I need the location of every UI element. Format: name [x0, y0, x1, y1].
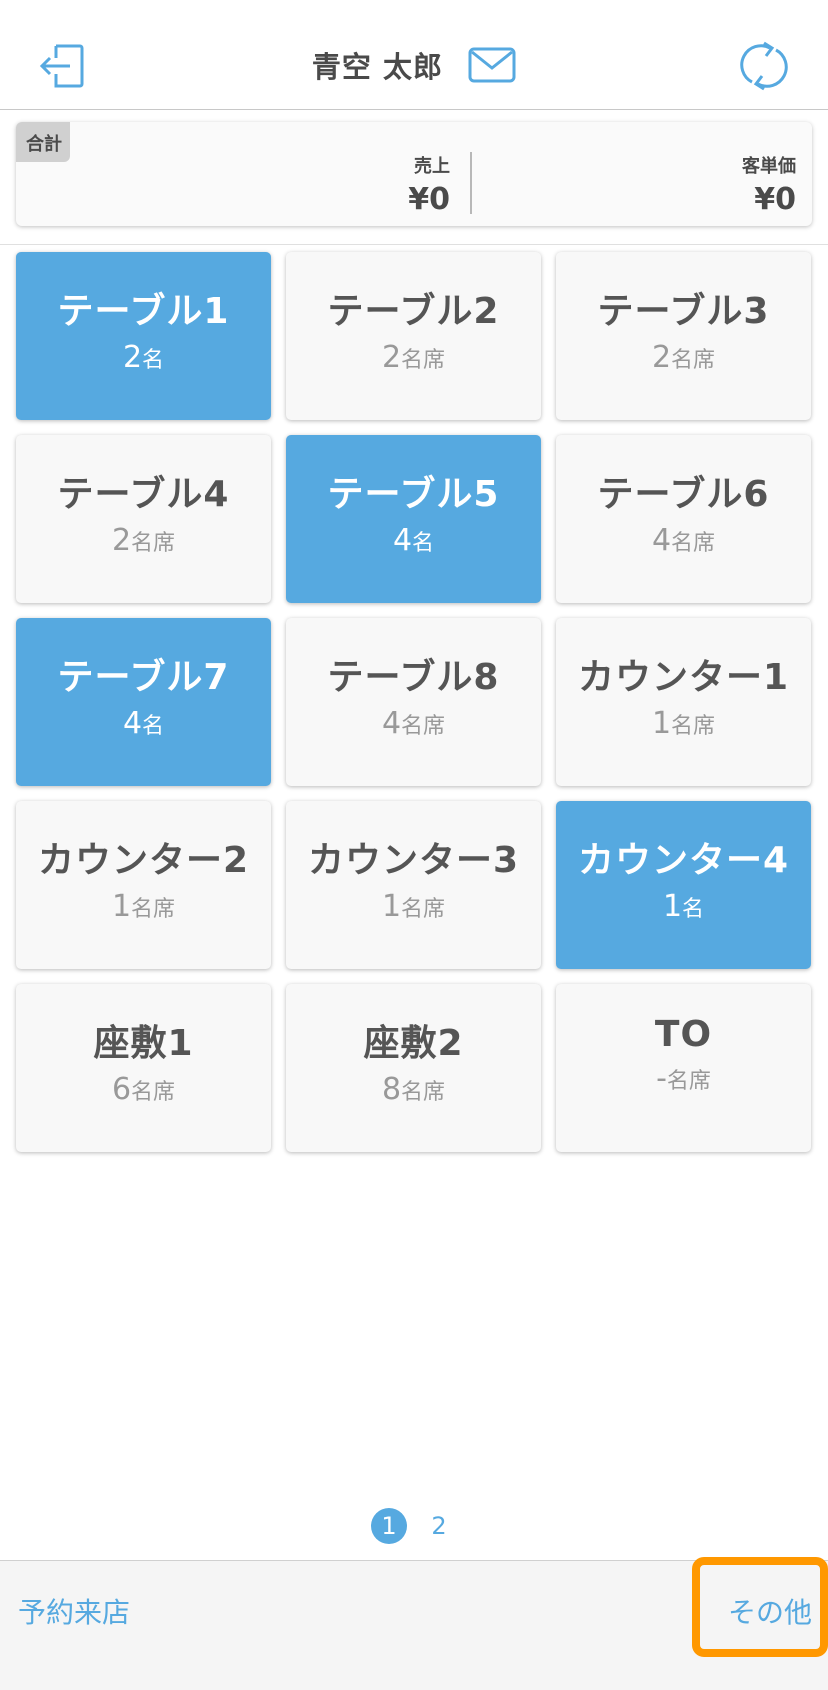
table-tile[interactable]: 座敷1 6名席: [16, 984, 271, 1152]
refresh-icon[interactable]: [736, 38, 792, 94]
pagination: 12: [0, 1508, 828, 1544]
table-seats: 2名席: [286, 340, 541, 375]
table-tile[interactable]: テーブル4 2名席: [16, 435, 271, 603]
seat-unit: 名席: [401, 1080, 446, 1105]
summary-card: 合計 売上 ¥0 客単価 ¥0: [16, 122, 812, 226]
seat-unit: 名席: [671, 531, 716, 556]
table-name: テーブル2: [327, 291, 500, 332]
table-name: テーブル7: [57, 657, 230, 698]
table-seats: 1名席: [286, 889, 541, 924]
table-name: テーブル1: [57, 291, 230, 332]
seat-count: 2: [651, 340, 672, 375]
page-2[interactable]: 2: [421, 1508, 457, 1544]
table-seats: 1名: [556, 889, 811, 924]
table-name: カウンター2: [37, 840, 250, 881]
summary-badge: 合計: [16, 122, 70, 162]
table-name: テーブル3: [597, 291, 770, 332]
table-seats: 1名席: [16, 889, 271, 924]
mail-icon[interactable]: [468, 47, 516, 83]
unit-price-label: 客単価: [742, 156, 796, 177]
seat-count: 2: [111, 523, 132, 558]
table-name: カウンター4: [577, 840, 790, 881]
table-tile[interactable]: テーブル3 2名席: [556, 252, 811, 420]
seat-count: 1: [662, 889, 683, 924]
table-seats: 4名席: [556, 523, 811, 558]
seat-count: -: [656, 1061, 667, 1096]
seat-unit: 名: [142, 348, 165, 373]
table-name: TO: [654, 1014, 713, 1055]
sales-column: 売上 ¥0: [408, 152, 450, 217]
seat-unit: 名席: [401, 714, 446, 739]
table-name: 座敷1: [93, 1023, 194, 1064]
seat-count: 1: [111, 889, 132, 924]
table-tile[interactable]: テーブル5 4名: [286, 435, 541, 603]
table-seats: -名席: [556, 1061, 811, 1096]
summary-divider: [470, 152, 472, 214]
seat-count: 1: [651, 706, 672, 741]
header-title: 青空 太郎: [0, 44, 828, 86]
seat-unit: 名席: [131, 897, 176, 922]
app-root: 青空 太郎 合計 売上 ¥0 客単価 ¥0 テーブル1 2名 テーブル2 2名席…: [0, 0, 828, 1690]
table-seats: 1名席: [556, 706, 811, 741]
table-seats: 4名席: [286, 706, 541, 741]
table-tile[interactable]: TO -名席: [556, 984, 811, 1152]
unit-price-column: 客単価 ¥0: [742, 152, 796, 217]
seat-unit: 名席: [131, 1080, 176, 1105]
user-name: 青空 太郎: [311, 50, 443, 84]
table-tile[interactable]: カウンター2 1名席: [16, 801, 271, 969]
table-seats: 4名: [16, 706, 271, 741]
seat-count: 1: [381, 889, 402, 924]
seat-unit: 名: [142, 714, 165, 739]
table-seats: 2名席: [16, 523, 271, 558]
header: 青空 太郎: [0, 0, 828, 110]
seat-count: 4: [122, 706, 143, 741]
seat-count: 6: [111, 1072, 132, 1107]
footer-toolbar: 予約来店 その他: [0, 1557, 828, 1690]
divider: [0, 244, 828, 245]
table-tile[interactable]: テーブル6 4名席: [556, 435, 811, 603]
table-tile[interactable]: カウンター1 1名席: [556, 618, 811, 786]
table-name: 座敷2: [363, 1023, 464, 1064]
table-seats: 2名席: [556, 340, 811, 375]
seat-count: 4: [392, 523, 413, 558]
seat-unit: 名: [682, 897, 705, 922]
table-tile[interactable]: 座敷2 8名席: [286, 984, 541, 1152]
page-1[interactable]: 1: [371, 1508, 407, 1544]
sales-label: 売上: [414, 156, 450, 177]
table-seats: 8名席: [286, 1072, 541, 1107]
table-seats: 2名: [16, 340, 271, 375]
seat-count: 2: [381, 340, 402, 375]
table-name: カウンター1: [577, 657, 790, 698]
table-tile[interactable]: カウンター3 1名席: [286, 801, 541, 969]
table-tile[interactable]: カウンター4 1名: [556, 801, 811, 969]
sales-value: ¥0: [408, 182, 450, 217]
unit-price-value: ¥0: [754, 182, 796, 217]
reservation-visit-button[interactable]: 予約来店: [18, 1591, 130, 1631]
seat-unit: 名席: [131, 531, 176, 556]
seat-unit: 名席: [666, 1069, 711, 1094]
seat-unit: 名席: [671, 348, 716, 373]
seat-unit: 名席: [401, 348, 446, 373]
seat-unit: 名席: [671, 714, 716, 739]
table-seats: 6名席: [16, 1072, 271, 1107]
table-name: テーブル4: [57, 474, 230, 515]
table-tile[interactable]: テーブル8 4名席: [286, 618, 541, 786]
seat-count: 8: [381, 1072, 402, 1107]
seat-count: 4: [381, 706, 402, 741]
other-button[interactable]: その他: [728, 1591, 812, 1631]
table-tile[interactable]: テーブル7 4名: [16, 618, 271, 786]
table-name: カウンター3: [307, 840, 520, 881]
table-tile[interactable]: テーブル1 2名: [16, 252, 271, 420]
table-tile[interactable]: テーブル2 2名席: [286, 252, 541, 420]
seat-count: 4: [651, 523, 672, 558]
table-name: テーブル8: [327, 657, 500, 698]
table-name: テーブル5: [327, 474, 500, 515]
table-seats: 4名: [286, 523, 541, 558]
seat-count: 2: [122, 340, 143, 375]
table-name: テーブル6: [597, 474, 770, 515]
seat-unit: 名: [412, 531, 435, 556]
seat-unit: 名席: [401, 897, 446, 922]
table-grid: テーブル1 2名 テーブル2 2名席 テーブル3 2名席 テーブル4 2名席 テーブル5 4名 テー…: [16, 252, 812, 1152]
